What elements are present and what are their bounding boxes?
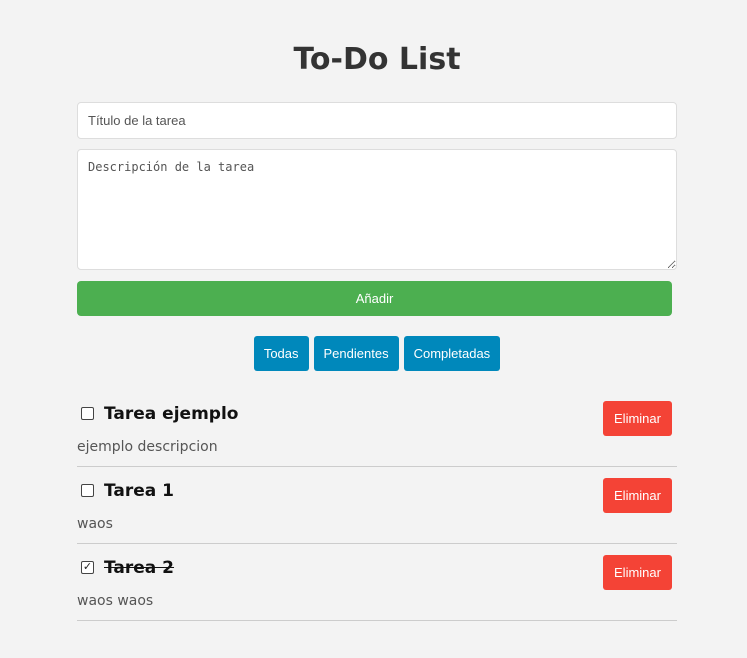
task-title: Tarea ejemplo <box>104 404 239 424</box>
task-checkbox[interactable] <box>81 407 94 420</box>
filter-bar: Todas Pendientes Completadas <box>77 336 677 371</box>
filter-pending-button[interactable]: Pendientes <box>313 336 399 371</box>
filter-completed-button[interactable]: Completadas <box>403 336 501 371</box>
task-item: Tarea 1 waos Eliminar <box>77 467 677 544</box>
task-description: ejemplo descripcion <box>77 439 218 455</box>
task-title: Tarea 2 <box>104 558 175 578</box>
filter-all-button[interactable]: Todas <box>253 336 309 371</box>
delete-task-button[interactable]: Eliminar <box>603 478 672 513</box>
page-title: To-Do List <box>293 42 461 77</box>
task-item: ✓ Tarea 2 waos waos Eliminar <box>77 544 677 621</box>
delete-task-button[interactable]: Eliminar <box>603 401 672 436</box>
task-title-input[interactable] <box>77 102 677 139</box>
task-description-input[interactable] <box>77 149 677 270</box>
task-item: Tarea ejemplo ejemplo descripcion Elimin… <box>77 390 677 467</box>
task-checkbox[interactable] <box>81 484 94 497</box>
task-title: Tarea 1 <box>104 481 175 501</box>
add-task-button[interactable]: Añadir <box>77 281 672 316</box>
task-checkbox[interactable]: ✓ <box>81 561 94 574</box>
task-description: waos <box>77 516 113 532</box>
task-list: Tarea ejemplo ejemplo descripcion Elimin… <box>77 390 677 621</box>
task-description: waos waos <box>77 593 154 609</box>
delete-task-button[interactable]: Eliminar <box>603 555 672 590</box>
